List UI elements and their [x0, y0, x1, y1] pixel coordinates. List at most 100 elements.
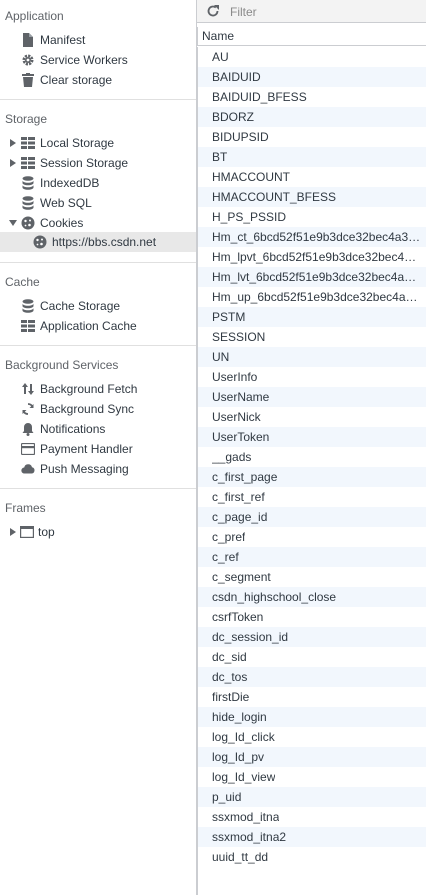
table-row[interactable]: c_ref	[197, 547, 426, 567]
cookie-name-cell: UserNick	[212, 410, 261, 424]
table-row[interactable]: c_page_id	[197, 507, 426, 527]
table-row[interactable]: UserName	[197, 387, 426, 407]
cookie-name-cell: UserName	[212, 390, 270, 404]
table-row[interactable]: Hm_lvt_6bcd52f51e9b3dce32bec4a3997715ac	[197, 267, 426, 287]
sidebar-item-application-cache[interactable]: Application Cache	[0, 316, 196, 336]
table-row[interactable]: PSTM	[197, 307, 426, 327]
up-down-arrows-icon	[21, 382, 35, 396]
refresh-icon[interactable]	[205, 3, 221, 19]
column-header-name[interactable]: Name	[197, 27, 426, 46]
table-row[interactable]: p_uid	[197, 787, 426, 807]
filter-input[interactable]	[230, 3, 420, 20]
sidebar-item-notifications[interactable]: Notifications	[0, 419, 196, 439]
table-row[interactable]: c_first_page	[197, 467, 426, 487]
cookie-name-cell: SESSION	[212, 330, 266, 344]
table-row[interactable]: c_first_ref	[197, 487, 426, 507]
sidebar-item-label: Background Fetch	[40, 382, 138, 396]
table-row[interactable]: Hm_lpvt_6bcd52f51e9b3dce32bec4a3997715ac	[197, 247, 426, 267]
table-row[interactable]: H_PS_PSSID	[197, 207, 426, 227]
section-title-storage: Storage	[5, 112, 48, 126]
cookie-name-cell: UserInfo	[212, 370, 258, 384]
sidebar-item-local-storage[interactable]: Local Storage	[0, 133, 196, 153]
table-row[interactable]: dc_sid	[197, 647, 426, 667]
sidebar-item-label: Web SQL	[40, 196, 92, 210]
table-row[interactable]: log_Id_view	[197, 767, 426, 787]
sidebar-item-background-sync[interactable]: Background Sync	[0, 399, 196, 419]
chevron-right-icon[interactable]	[8, 527, 18, 537]
sidebar-item-cookie-origin[interactable]: https://bbs.csdn.net	[0, 232, 196, 252]
table-row[interactable]: dc_tos	[197, 667, 426, 687]
database-icon	[21, 196, 35, 210]
sidebar-item-web-sql[interactable]: Web SQL	[0, 193, 196, 213]
table-row[interactable]: BT	[197, 147, 426, 167]
cookie-name-cell: ssxmod_itna	[212, 810, 280, 824]
application-sidebar: Application Manifest Service Workers Cle…	[0, 0, 197, 895]
sidebar-item-frame-top[interactable]: top	[0, 522, 196, 542]
cookie-name-cell: csrfToken	[212, 610, 264, 624]
sidebar-item-manifest[interactable]: Manifest	[0, 30, 196, 50]
table-row[interactable]: ssxmod_itna	[197, 807, 426, 827]
table-row[interactable]: BAIDUID_BFESS	[197, 87, 426, 107]
grid-icon	[21, 156, 35, 170]
table-row[interactable]: Hm_up_6bcd52f51e9b3dce32bec4a3997715ac	[197, 287, 426, 307]
sidebar-item-clear-storage[interactable]: Clear storage	[0, 70, 196, 90]
table-row[interactable]: ssxmod_itna2	[197, 827, 426, 847]
cookie-name-cell: BAIDUID	[212, 70, 261, 84]
table-row[interactable]: HMACCOUNT_BFESS	[197, 187, 426, 207]
sidebar-item-payment-handler[interactable]: Payment Handler	[0, 439, 196, 459]
sidebar-item-session-storage[interactable]: Session Storage	[0, 153, 196, 173]
section-title-frames: Frames	[5, 501, 46, 515]
table-row[interactable]: csrfToken	[197, 607, 426, 627]
table-row[interactable]: BDORZ	[197, 107, 426, 127]
chevron-right-icon[interactable]	[8, 158, 18, 168]
table-row[interactable]: c_pref	[197, 527, 426, 547]
cookie-name-cell: BIDUPSID	[212, 130, 269, 144]
sidebar-item-label: top	[38, 525, 55, 539]
chevron-down-icon[interactable]	[8, 218, 18, 228]
table-row[interactable]: log_Id_pv	[197, 747, 426, 767]
table-row[interactable]: UserInfo	[197, 367, 426, 387]
sidebar-item-cache-storage[interactable]: Cache Storage	[0, 296, 196, 316]
cookie-icon	[21, 216, 35, 230]
sidebar-item-label: Payment Handler	[40, 442, 133, 456]
chevron-right-icon[interactable]	[8, 138, 18, 148]
sidebar-item-label: Local Storage	[40, 136, 115, 150]
sidebar-item-label: Service Workers	[40, 53, 128, 67]
sidebar-item-label: Push Messaging	[40, 462, 129, 476]
cookie-name-cell: HMACCOUNT	[212, 170, 290, 184]
frame-icon	[20, 525, 34, 539]
table-row[interactable]: uuid_tt_dd	[197, 847, 426, 867]
table-row[interactable]: UserToken	[197, 427, 426, 447]
cookies-toolbar	[197, 0, 426, 23]
section-title-application: Application	[5, 9, 64, 23]
table-row[interactable]: __gads	[197, 447, 426, 467]
table-row[interactable]: c_segment	[197, 567, 426, 587]
table-row[interactable]: hide_login	[197, 707, 426, 727]
sidebar-item-background-fetch[interactable]: Background Fetch	[0, 379, 196, 399]
table-row[interactable]: firstDie	[197, 687, 426, 707]
cookie-table-body: AU BAIDUID BAIDUID_BFESS BDORZ BIDUPSID BT HMA…	[197, 47, 426, 867]
table-row[interactable]: UserNick	[197, 407, 426, 427]
cookie-name-cell: dc_tos	[212, 670, 248, 684]
table-row[interactable]: BIDUPSID	[197, 127, 426, 147]
cookie-name-cell: UserToken	[212, 430, 270, 444]
cookie-name-cell: Hm_up_6bcd52f51e9b3dce32bec4a3997715ac	[212, 290, 422, 304]
table-row[interactable]: csdn_highschool_close	[197, 587, 426, 607]
sidebar-item-push-messaging[interactable]: Push Messaging	[0, 459, 196, 479]
credit-card-icon	[21, 442, 35, 456]
table-row[interactable]: SESSION	[197, 327, 426, 347]
table-row[interactable]: Hm_ct_6bcd52f51e9b3dce32bec4a3997715ac	[197, 227, 426, 247]
table-row[interactable]: AU	[197, 47, 426, 67]
sidebar-item-service-workers[interactable]: Service Workers	[0, 50, 196, 70]
cookie-name-cell: UN	[212, 350, 230, 364]
cookie-name-cell: AU	[212, 50, 229, 64]
table-row[interactable]: BAIDUID	[197, 67, 426, 87]
table-row[interactable]: log_Id_click	[197, 727, 426, 747]
table-row[interactable]: HMACCOUNT	[197, 167, 426, 187]
table-row[interactable]: dc_session_id	[197, 627, 426, 647]
sidebar-item-cookies[interactable]: Cookies	[0, 213, 196, 233]
database-icon	[21, 299, 35, 313]
cookie-name-cell: log_Id_view	[212, 770, 276, 784]
sidebar-item-indexeddb[interactable]: IndexedDB	[0, 173, 196, 193]
table-row[interactable]: UN	[197, 347, 426, 367]
